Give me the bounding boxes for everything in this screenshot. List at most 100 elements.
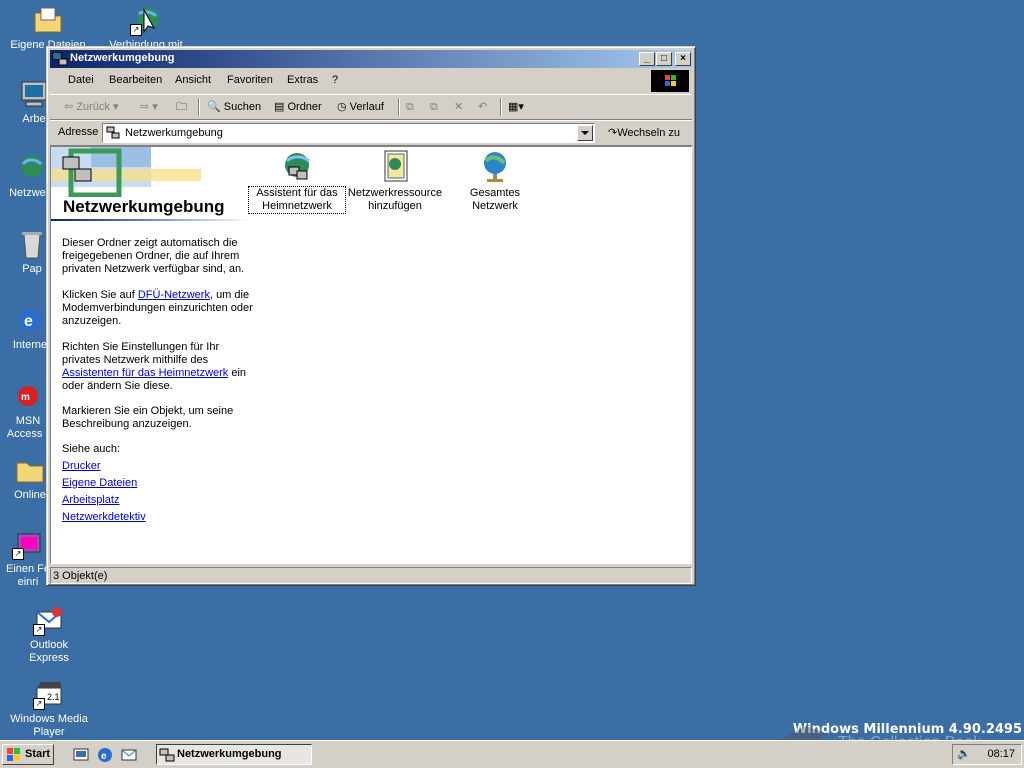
volume-icon[interactable]: 🔈 [957, 747, 971, 760]
history-label: Verlauf [349, 101, 384, 113]
up-folder-button[interactable]: 🗀 [176, 98, 187, 116]
address-input[interactable]: Netzwerkumgebung [102, 123, 595, 143]
dial-up-link[interactable]: DFÜ-Netzwerk [138, 289, 210, 301]
content-pane: Netzwerkumgebung Dieser Ordner zeigt aut… [50, 146, 692, 564]
quicklaunch-outlook[interactable] [120, 746, 138, 764]
menu-ansicht[interactable]: Ansicht [175, 74, 211, 86]
clock[interactable]: 08:17 [987, 748, 1015, 760]
undo-button[interactable]: ↶ [478, 98, 487, 116]
description-2: Klicken Sie auf DFÜ-Netzwerk, um die Mod… [62, 289, 257, 328]
delete-button[interactable]: ✕ [454, 98, 463, 116]
add-network-resource-icon [377, 149, 413, 185]
page-title: Netzwerkumgebung [63, 197, 225, 216]
back-arrow-icon: ⇦ [64, 101, 74, 113]
history-button[interactable]: ◷ Verlauf [337, 98, 384, 116]
maximize-button[interactable]: □ [656, 52, 672, 66]
tv-icon: ↗ [12, 528, 44, 560]
address-label: Adresse [58, 126, 99, 138]
item-label-line: Netzwerkressource [347, 187, 443, 199]
home-network-wizard-link[interactable]: Assistenten für das Heimnetzwerk [62, 367, 228, 379]
link-my-documents[interactable]: Eigene Dateien [62, 477, 137, 489]
description-1: Dieser Ordner zeigt automatisch die frei… [62, 237, 245, 275]
menu-bar: Datei Bearbeiten Ansicht Favoriten Extra… [50, 70, 692, 92]
ie-icon: e [98, 748, 112, 762]
item-label-line: Gesamtes Netzwerk [469, 187, 521, 212]
desktop-icon-my-documents[interactable]: Eigene Dateien [8, 4, 88, 52]
minimize-button[interactable]: _ [639, 52, 655, 66]
folder-icon [14, 454, 46, 486]
address-dropdown-button[interactable] [577, 125, 593, 141]
menu-favoriten[interactable]: Favoriten [227, 74, 273, 86]
search-button[interactable]: 🔍 Suchen [207, 98, 261, 116]
my-documents-icon [32, 4, 64, 36]
item-label-line: Assistent für das [256, 187, 338, 199]
menu-extras[interactable]: Extras [287, 74, 318, 86]
link-my-computer[interactable]: Arbeitsplatz [62, 494, 119, 506]
folders-button[interactable]: ▤ Ordner [274, 98, 322, 116]
item-home-network-wizard[interactable]: Assistent für das Heimnetzwerk [248, 149, 346, 214]
menu-datei[interactable]: Datei [68, 74, 94, 86]
description-text: Klicken Sie auf [62, 289, 138, 301]
desktop-icon-media-player[interactable]: 2.1 ↗ Windows Media Player [9, 678, 89, 739]
windows-logo-icon [7, 748, 20, 761]
desktop-icon-label: Outlook Express [29, 639, 69, 664]
link-printers[interactable]: Drucker [62, 460, 101, 472]
network-icon [106, 126, 120, 140]
shortcut-arrow-icon: ↗ [33, 624, 45, 636]
delete-icon: ✕ [454, 101, 464, 113]
item-add-network-resource[interactable]: Netzwerkressource hinzufügen [347, 149, 443, 213]
address-bar: Adresse Netzwerkumgebung ↷Wechseln zu [50, 120, 692, 146]
svg-text:e: e [24, 313, 33, 330]
svg-text:2.1: 2.1 [47, 692, 60, 702]
start-label: Start [25, 748, 51, 760]
media-player-icon: 2.1 ↗ [33, 678, 65, 710]
system-tray: 🔈 08:17 [952, 744, 1022, 765]
windows-logo-icon [651, 70, 689, 92]
folders-label: Ordner [287, 101, 322, 113]
ie-icon: e [14, 304, 46, 336]
go-button[interactable]: ↷Wechseln zu [608, 126, 680, 139]
show-desktop-icon [73, 748, 89, 761]
task-label: Netzwerkumgebung [177, 748, 282, 760]
entire-network-icon [477, 149, 513, 185]
forward-button[interactable]: ⇨ ▾ [140, 98, 158, 116]
go-arrow-icon: ↷ [608, 127, 618, 139]
link-network-detective[interactable]: Netzwerkdetektiv [62, 511, 146, 523]
outlook-icon: ↗ [33, 604, 65, 636]
quicklaunch-desktop[interactable] [72, 746, 90, 764]
quicklaunch-ie[interactable]: e [96, 746, 114, 764]
copy-to-icon: ⧉ [430, 101, 438, 113]
move-to-button[interactable]: ⧉ [406, 98, 414, 116]
maximize-icon: □ [660, 53, 668, 64]
back-button[interactable]: ⇦ Zurück ▾ [64, 98, 118, 116]
search-label: Suchen [223, 101, 262, 113]
task-button-network[interactable]: Netzwerkumgebung [156, 744, 312, 765]
item-entire-network[interactable]: Gesamtes Netzwerk [447, 149, 543, 213]
views-button[interactable]: ▦▾ [508, 98, 524, 116]
shortcut-arrow-icon: ↗ [33, 698, 45, 710]
copy-to-button[interactable]: ⧉ [430, 98, 438, 116]
desktop-icon-outlook[interactable]: ↗ Outlook Express [9, 604, 89, 665]
svg-text:e: e [101, 751, 107, 762]
toolbar: ⇦ Zurück ▾ ⇨ ▾ 🗀 🔍 Suchen ▤ Ordner ◷ Ver… [50, 94, 692, 120]
close-button[interactable]: × [675, 52, 691, 66]
folders-icon: ▤ [274, 101, 285, 113]
explorer-window[interactable]: Netzwerkumgebung _ □ × Datei Bearbeiten … [46, 46, 696, 586]
connect-internet-icon: ↗ [130, 4, 162, 36]
start-button[interactable]: Start [2, 744, 54, 765]
chevron-down-icon [581, 131, 589, 135]
close-icon: × [680, 53, 686, 64]
description-text: Richten Sie Einstellungen für Ihr privat… [62, 341, 220, 366]
desktop-icon-label: Player [33, 726, 65, 738]
banner-graphic [51, 147, 251, 198]
item-label: Gesamtes Netzwerk [447, 187, 543, 213]
toolbar-separator [398, 98, 400, 116]
up-folder-icon: 🗀 [176, 101, 187, 113]
recycle-bin-icon [16, 228, 48, 260]
window-title: Netzwerkumgebung [70, 52, 175, 64]
menu-bearbeiten[interactable]: Bearbeiten [109, 74, 162, 86]
title-bar[interactable]: Netzwerkumgebung _ □ × [50, 50, 692, 68]
msn-icon: m [12, 380, 44, 412]
see-also-label: Siehe auch: [62, 443, 121, 455]
menu-help[interactable]: ? [332, 74, 338, 86]
